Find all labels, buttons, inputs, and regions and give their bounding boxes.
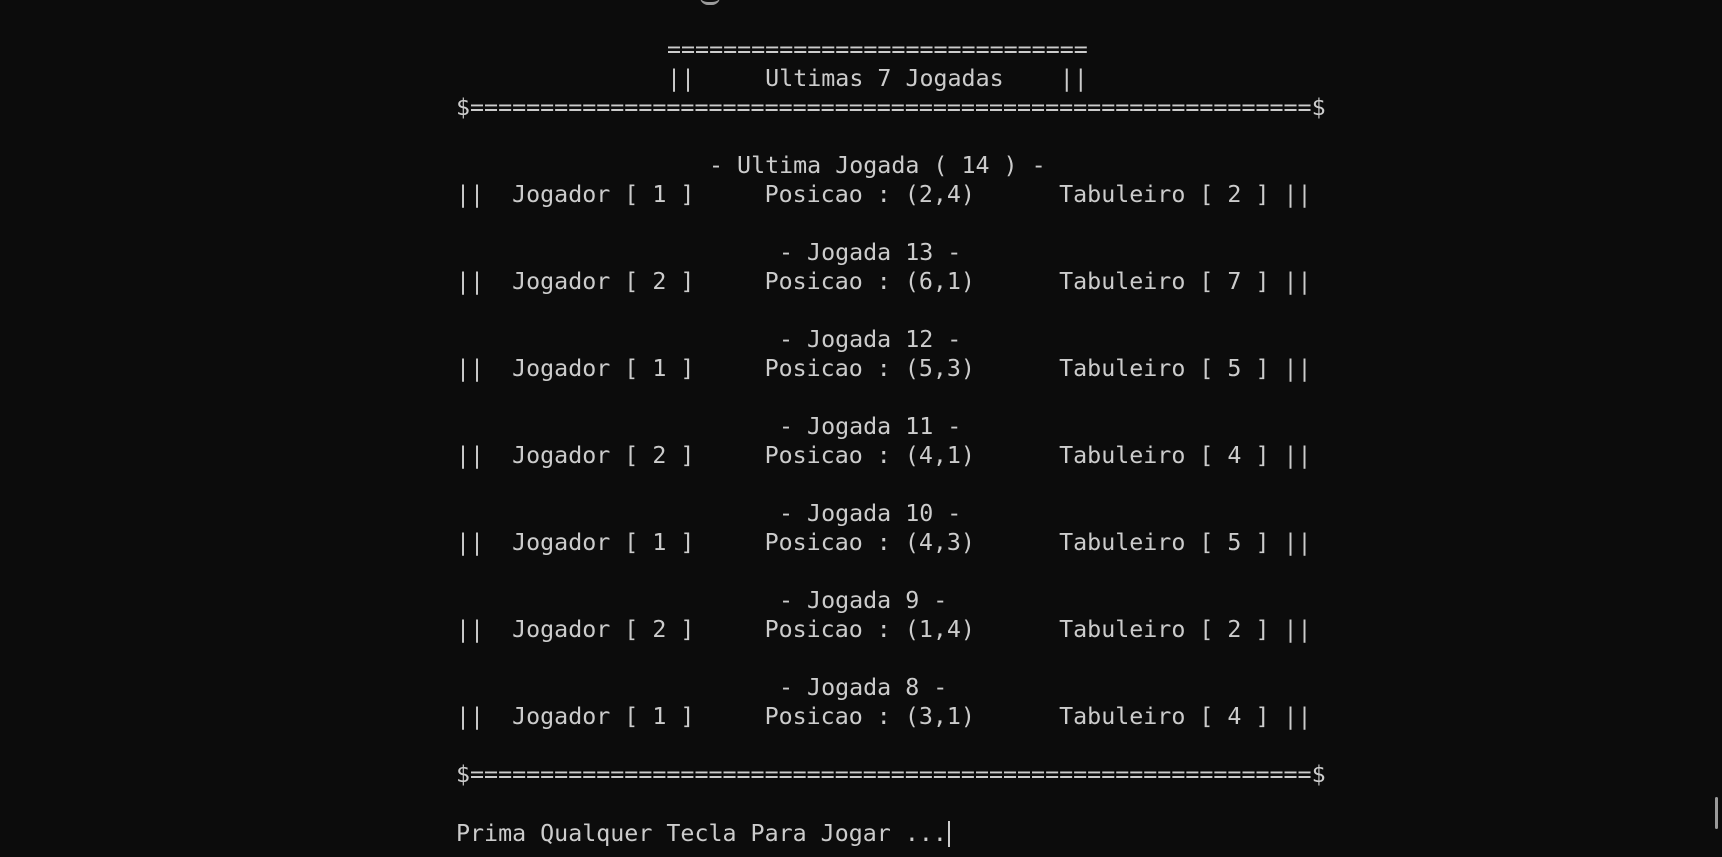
- header-title: || Ultimas 7 Jogadas ||: [667, 65, 1088, 92]
- frame-bottom-border: $=======================================…: [456, 761, 1326, 788]
- move-row: || Jogador [ 2 ] Posicao : (4,1) Tabulei…: [456, 442, 1312, 469]
- move-label: - Jogada 10 -: [779, 500, 962, 527]
- move-row: || Jogador [ 1 ] Posicao : (4,3) Tabulei…: [456, 529, 1312, 556]
- move-label: - Jogada 8 -: [779, 674, 948, 701]
- press-any-key-prompt: Prima Qualquer Tecla Para Jogar ...: [456, 820, 947, 847]
- move-label: - Jogada 11 -: [779, 413, 962, 440]
- move-row: || Jogador [ 1 ] Posicao : (3,1) Tabulei…: [456, 703, 1312, 730]
- vertical-scrollbar[interactable]: [1710, 0, 1722, 857]
- move-row: || Jogador [ 2 ] Posicao : (1,4) Tabulei…: [456, 616, 1312, 643]
- move-label: - Ultima Jogada ( 14 ) -: [709, 152, 1046, 179]
- move-label: - Jogada 13 -: [779, 239, 962, 266]
- console-window[interactable]: ============================== || Ultima…: [0, 0, 1722, 857]
- move-row: || Jogador [ 2 ] Posicao : (6,1) Tabulei…: [456, 268, 1312, 295]
- scrollbar-thumb[interactable]: [1715, 797, 1718, 829]
- clipped-text-fragment: [700, 0, 720, 5]
- header-top-border: ==============================: [667, 36, 1088, 63]
- move-row: || Jogador [ 1 ] Posicao : (5,3) Tabulei…: [456, 355, 1312, 382]
- prompt-line[interactable]: Prima Qualquer Tecla Para Jogar ...: [456, 819, 950, 848]
- frame-top-border: $=======================================…: [456, 94, 1326, 121]
- move-label: - Jogada 9 -: [779, 587, 948, 614]
- move-row: || Jogador [ 1 ] Posicao : (2,4) Tabulei…: [456, 181, 1312, 208]
- text-cursor: [947, 821, 950, 847]
- move-label: - Jogada 12 -: [779, 326, 962, 353]
